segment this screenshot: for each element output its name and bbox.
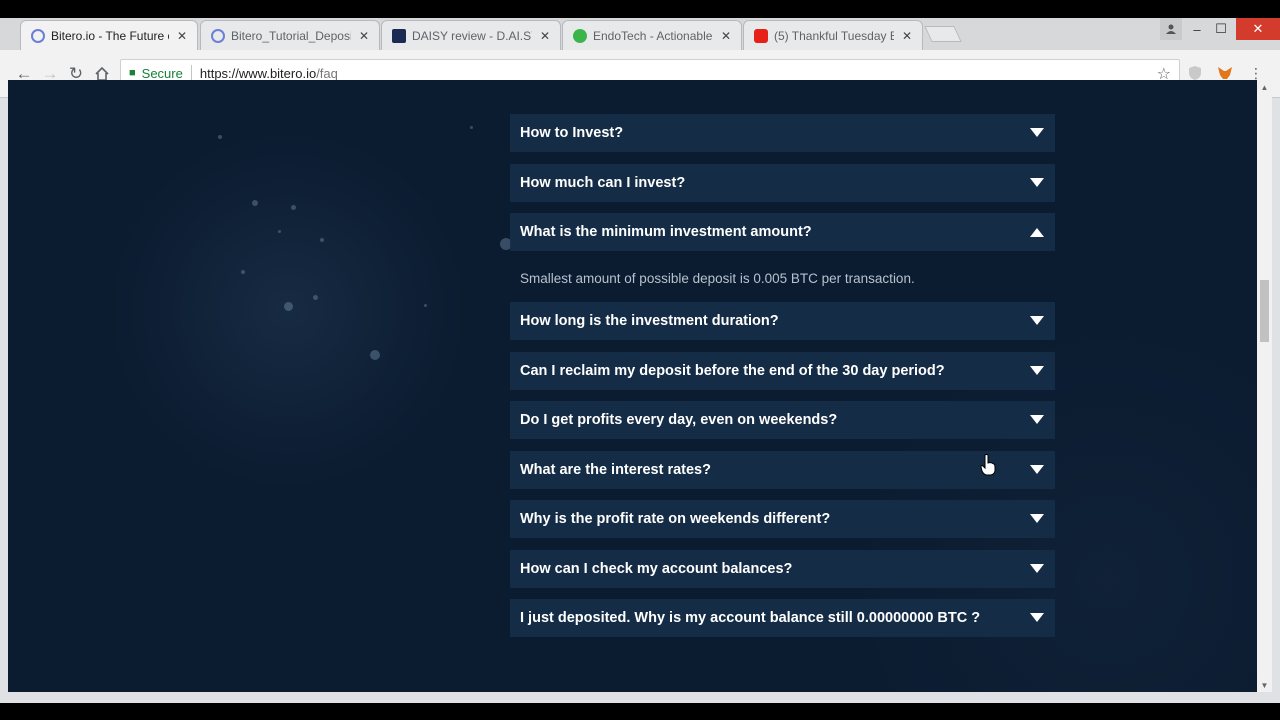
faq-question: How long is the investment duration? (520, 313, 779, 329)
faq-item[interactable]: How to Invest? (510, 114, 1055, 152)
scroll-up-arrow-icon[interactable]: ▲ (1257, 80, 1272, 94)
faq-question: Can I reclaim my deposit before the end … (520, 363, 945, 379)
chevron-up-icon[interactable] (1029, 224, 1045, 240)
secure-label: Secure (141, 65, 183, 81)
maximize-icon[interactable]: ☐ (1210, 18, 1232, 40)
chevron-down-icon[interactable] (1029, 610, 1045, 626)
faq-question: Why is the profit rate on weekends diffe… (520, 511, 831, 527)
faq-question: What are the interest rates? (520, 462, 711, 478)
faq-item[interactable]: How much can I invest? (510, 164, 1055, 202)
faq-question: I just deposited. Why is my account bala… (520, 610, 981, 626)
close-tab-icon[interactable]: ✕ (538, 29, 552, 43)
background-particle (320, 238, 324, 242)
close-window-icon[interactable]: ✕ (1236, 18, 1280, 40)
background-particle (313, 295, 318, 300)
close-tab-icon[interactable]: ✕ (900, 29, 914, 43)
url-path: /faq (316, 65, 338, 81)
url-host: https://www.bitero.io (199, 65, 317, 81)
address-divider (190, 65, 192, 81)
background-particle (370, 350, 380, 360)
tab-title: DAISY review - D.AI.SY I (412, 28, 532, 43)
hand-cursor-icon (980, 454, 996, 476)
chevron-down-icon[interactable] (1029, 175, 1045, 191)
chevron-down-icon[interactable] (1029, 125, 1045, 141)
faq-item[interactable]: Can I reclaim my deposit before the end … (510, 352, 1055, 390)
tab-daisy-review[interactable]: DAISY review - D.AI.SY I ✕ (381, 20, 561, 50)
background-particle (252, 200, 258, 206)
faq-item[interactable]: How can I check my account balances? (510, 550, 1055, 588)
chevron-down-icon[interactable] (1029, 412, 1045, 428)
chevron-down-icon[interactable] (1029, 462, 1045, 478)
close-tab-icon[interactable]: ✕ (357, 29, 371, 43)
background-particle (291, 205, 296, 210)
youtube-favicon-icon (754, 28, 768, 43)
tab-endotech[interactable]: EndoTech - Actionable I ✕ (562, 20, 742, 50)
faq-item[interactable]: Why is the profit rate on weekends diffe… (510, 500, 1055, 538)
faq-question: How can I check my account balances? (520, 561, 793, 577)
faq-question: How to Invest? (520, 125, 624, 141)
tab-strip: Bitero.io - The Future of ✕ Bitero_Tutor… (0, 18, 1280, 50)
scroll-down-arrow-icon[interactable]: ▼ (1257, 678, 1272, 692)
chevron-down-icon[interactable] (1029, 561, 1045, 577)
scrollbar-thumb[interactable] (1260, 280, 1269, 342)
faq-question: Do I get profits every day, even on week… (520, 412, 838, 428)
close-tab-icon[interactable]: ✕ (719, 29, 733, 43)
background-particle (284, 302, 293, 311)
faq-answer: Smallest amount of possible deposit is 0… (520, 271, 915, 286)
endotech-favicon-icon (573, 28, 587, 43)
background-particle (278, 230, 281, 233)
secure-indicator[interactable]: ■ Secure (121, 66, 183, 81)
chevron-down-icon[interactable] (1029, 363, 1045, 379)
chevron-down-icon[interactable] (1029, 313, 1045, 329)
tab-bitero-faq[interactable]: Bitero.io - The Future of ✕ (20, 20, 198, 50)
minimize-icon[interactable]: – (1186, 18, 1208, 40)
close-tab-icon[interactable]: ✕ (175, 29, 189, 43)
faq-item[interactable]: How long is the investment duration? (510, 302, 1055, 340)
faq-item[interactable]: What are the interest rates? (510, 451, 1055, 489)
page-viewport: How to Invest? How much can I invest? Wh… (8, 80, 1257, 692)
bitero-favicon-icon (211, 28, 225, 43)
background-particle (218, 135, 222, 139)
tab-title: Bitero.io - The Future of (51, 28, 169, 43)
tab-bitero-tutorial[interactable]: Bitero_Tutorial_Deposit_ ✕ (200, 20, 380, 50)
tab-title: (5) Thankful Tuesday Ep (774, 28, 894, 43)
background-particle (470, 126, 473, 129)
faq-item[interactable]: Do I get profits every day, even on week… (510, 401, 1055, 439)
chevron-down-icon[interactable] (1029, 511, 1045, 527)
page-scrollbar[interactable]: ▲ ▼ (1257, 80, 1272, 692)
tab-youtube[interactable]: (5) Thankful Tuesday Ep ✕ (743, 20, 923, 50)
faq-question: What is the minimum investment amount? (520, 224, 812, 240)
faq-item[interactable]: I just deposited. Why is my account bala… (510, 599, 1055, 637)
faq-question: How much can I invest? (520, 175, 686, 191)
lock-icon: ■ (129, 67, 136, 79)
background-particle (424, 304, 427, 307)
profile-icon[interactable] (1160, 18, 1182, 40)
new-tab-button[interactable] (924, 26, 962, 42)
tab-title: EndoTech - Actionable I (593, 28, 713, 43)
background-particle (241, 270, 245, 274)
daisy-favicon-icon (392, 28, 406, 43)
tab-title: Bitero_Tutorial_Deposit_ (231, 28, 351, 43)
bitero-favicon-icon (31, 28, 45, 43)
faq-item-expanded[interactable]: What is the minimum investment amount? (510, 213, 1055, 251)
